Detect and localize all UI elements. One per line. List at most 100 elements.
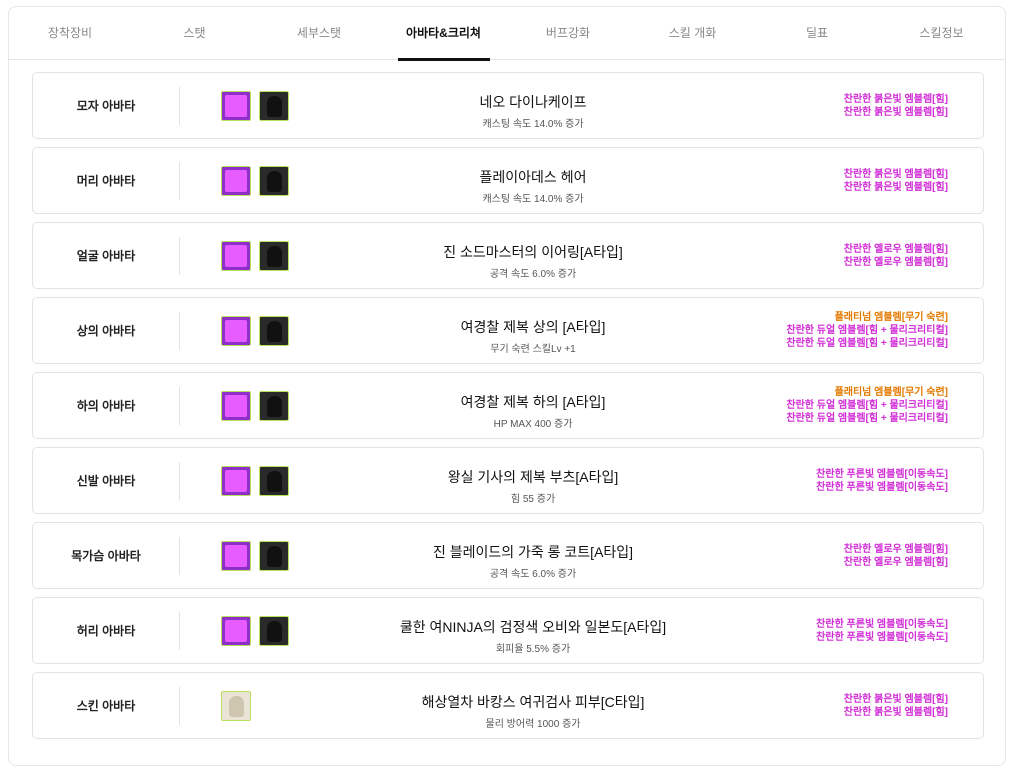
slot-label: 머리 아바타 (76, 174, 136, 188)
avatar-row: 얼굴 아바타 진 소드마스터의 이어링[A타입] 공격 속도 6.0% 증가 찬란한 … (32, 222, 984, 289)
emblem-list: 찬란한 붉은빛 엠블렘[힘] 찬란한 붉은빛 엠블렘[힘] (844, 73, 948, 138)
tab-3[interactable]: 아바타&크리쳐 (382, 6, 506, 61)
tab-1[interactable]: 스탯 (133, 6, 257, 60)
emblem-list: 찬란한 옐로우 엠블렘[힘] 찬란한 옐로우 엠블렘[힘] (844, 223, 948, 288)
emblem: 찬란한 듀얼 엠블렘[힘 + 물리크리티컬] (786, 325, 948, 336)
slot-label: 상의 아바타 (76, 324, 136, 338)
avatar-name: 해상열차 바캉스 여귀검사 피부[C타입] (421, 694, 645, 710)
emblem: 찬란한 푸른빛 엠블렘[이동속도] (816, 618, 948, 630)
emblem: 찬란한 푸른빛 엠블렘[이동속도] (816, 468, 948, 480)
tab-0[interactable]: 장착장비 (8, 6, 132, 60)
slot-label: 목가슴 아바타 (71, 549, 141, 563)
avatar-item-icon[interactable] (259, 616, 289, 646)
clone-avatar-icon[interactable] (221, 91, 251, 121)
divider (179, 612, 180, 650)
avatar-row: 상의 아바타 여경찰 제복 상의 [A타입] 무기 숙련 스킬Lv +1 플래티넘 엠… (32, 297, 984, 364)
slot-label: 하의 아바타 (76, 399, 136, 413)
emblem: 플래티넘 엠블렘[무기 숙련] (834, 387, 948, 398)
emblem: 찬란한 듀얼 엠블렘[힘 + 물리크리티컬] (786, 413, 948, 424)
avatar-effect: 공격 속도 6.0% 증가 (489, 269, 577, 280)
emblem: 찬란한 푸른빛 엠블렘[이동속도] (816, 481, 948, 493)
avatar-name: 진 블레이드의 가죽 롱 코트[A타입] (432, 544, 634, 560)
divider (179, 687, 180, 725)
avatar-name: 플레이아데스 헤어 (479, 169, 587, 185)
emblem: 찬란한 듀얼 엠블렘[힘 + 물리크리티컬] (786, 338, 948, 349)
tab-4[interactable]: 버프강화 (506, 6, 630, 60)
clone-avatar-icon[interactable] (221, 166, 251, 196)
emblem: 찬란한 붉은빛 엠블렘[힘] (843, 93, 948, 105)
divider (179, 387, 180, 425)
avatar-item-icon[interactable] (259, 316, 289, 346)
avatar-item-icon[interactable] (259, 391, 289, 421)
emblem: 찬란한 옐로우 엠블렘[힘] (843, 256, 948, 268)
avatar-effect: 회피율 5.5% 증가 (495, 644, 571, 655)
emblem: 찬란한 붉은빛 엠블렘[힘] (843, 168, 948, 180)
avatar-name: 여경찰 제복 상의 [A타입] (460, 319, 606, 335)
avatar-effect: 캐스팅 속도 14.0% 증가 (482, 194, 584, 205)
slot-label: 스킨 아바타 (76, 699, 136, 713)
clone-avatar-icon[interactable] (221, 241, 251, 271)
avatar-item-icon[interactable] (259, 466, 289, 496)
avatar-row: 머리 아바타 플레이아데스 헤어캐스팅 속도 14.0% 증가 찬란한 붉은빛 엠블… (32, 147, 984, 214)
emblem: 찬란한 푸른빛 엠블렘[이동속도] (816, 631, 948, 643)
divider (179, 162, 180, 200)
avatar-icons (221, 391, 289, 421)
slot-label: 신발 아바타 (76, 474, 136, 488)
slot-label: 허리 아바타 (76, 624, 136, 638)
emblem-list: 플래티넘 엠블렘[무기 숙련] 찬란한 듀얼 엠블렘[힘 + 물리크리티컬] 찬란한… (786, 373, 948, 438)
avatar-icons (221, 466, 289, 496)
avatar-icons (221, 691, 251, 721)
avatar-item-icon[interactable] (259, 241, 289, 271)
avatar-effect: 무기 숙련 스킬Lv +1 (490, 344, 576, 355)
avatar-item-icon[interactable] (221, 691, 251, 721)
avatar-icons (221, 166, 289, 196)
emblem-list: 찬란한 옐로우 엠블렘[힘] 찬란한 옐로우 엠블렘[힘] (844, 523, 948, 588)
divider (179, 537, 180, 575)
emblem: 찬란한 옐로우 엠블렘[힘] (843, 556, 948, 568)
avatar-effect: HP MAX 400 증가 (493, 419, 573, 430)
emblem: 찬란한 옐로우 엠블렘[힘] (843, 243, 948, 255)
emblem: 찬란한 붉은빛 엠블렘[힘] (843, 706, 948, 718)
avatar-item-icon[interactable] (259, 166, 289, 196)
avatar-name: 네오 다이나케이프 (479, 94, 587, 110)
avatar-icons (221, 541, 289, 571)
tab-5[interactable]: 스킬 개화 (631, 6, 755, 60)
emblem: 찬란한 옐로우 엠블렘[힘] (843, 543, 948, 555)
avatar-icons (221, 316, 289, 346)
tab-2[interactable]: 세부스탯 (257, 6, 381, 60)
emblem: 찬란한 붉은빛 엠블렘[힘] (843, 693, 948, 705)
avatar-name: 쿨한 여NINJA의 검정색 오비와 일본도[A타입] (399, 619, 667, 635)
tab-6[interactable]: 딜표 (755, 6, 879, 60)
avatar-icons (221, 91, 289, 121)
slot-label: 얼굴 아바타 (76, 249, 136, 263)
emblem: 찬란한 붉은빛 엠블렘[힘] (843, 181, 948, 193)
divider (179, 237, 180, 275)
emblem: 플래티넘 엠블렘[무기 숙련] (834, 312, 948, 323)
emblem-list: 찬란한 푸른빛 엠블렘[이동속도] 찬란한 푸른빛 엠블렘[이동속도] (816, 448, 948, 513)
avatar-item-icon[interactable] (259, 91, 289, 121)
divider (179, 87, 180, 125)
clone-avatar-icon[interactable] (221, 391, 251, 421)
clone-avatar-icon[interactable] (221, 316, 251, 346)
avatar-effect: 캐스팅 속도 14.0% 증가 (482, 119, 584, 130)
avatar-effect: 힘 55 증가 (510, 494, 556, 505)
divider (179, 312, 180, 350)
clone-avatar-icon[interactable] (221, 541, 251, 571)
emblem-list: 찬란한 푸른빛 엠블렘[이동속도] 찬란한 푸른빛 엠블렘[이동속도] (816, 598, 948, 663)
avatar-row: 목가슴 아바타 진 블레이드의 가죽 롱 코트[A타입] 공격 속도 6.0% 증가… (32, 522, 984, 589)
tab-7[interactable]: 스킬정보 (880, 6, 1004, 60)
slot-label: 모자 아바타 (76, 99, 136, 113)
clone-avatar-icon[interactable] (221, 616, 251, 646)
avatar-row: 신발 아바타 왕실 기사의 제복 부츠[A타입] 힘 55 증가 찬란한 푸른빛 엠블… (32, 447, 984, 514)
avatar-effect: 물리 방어력 1000 증가 (485, 719, 581, 730)
avatar-icons (221, 241, 289, 271)
emblem: 찬란한 듀얼 엠블렘[힘 + 물리크리티컬] (786, 400, 948, 411)
emblem-list: 찬란한 붉은빛 엠블렘[힘] 찬란한 붉은빛 엠블렘[힘] (844, 673, 948, 738)
avatar-list: 모자 아바타 네오 다이나케이프 캐스팅 속도 14.0% 증가 찬란한 붉은빛 엠블… (32, 72, 984, 747)
divider (179, 462, 180, 500)
clone-avatar-icon[interactable] (221, 466, 251, 496)
avatar-item-icon[interactable] (259, 541, 289, 571)
avatar-row: 하의 아바타 여경찰 제복 하의 [A타입] HP MAX 400 증가 플래티넘 엠… (32, 372, 984, 439)
avatar-name: 왕실 기사의 제복 부츠[A타입] (447, 469, 619, 485)
avatar-row: 스킨 아바타 해상열차 바캉스 여귀검사 피부[C타입] 물리 방어력 1000 증… (32, 672, 984, 739)
